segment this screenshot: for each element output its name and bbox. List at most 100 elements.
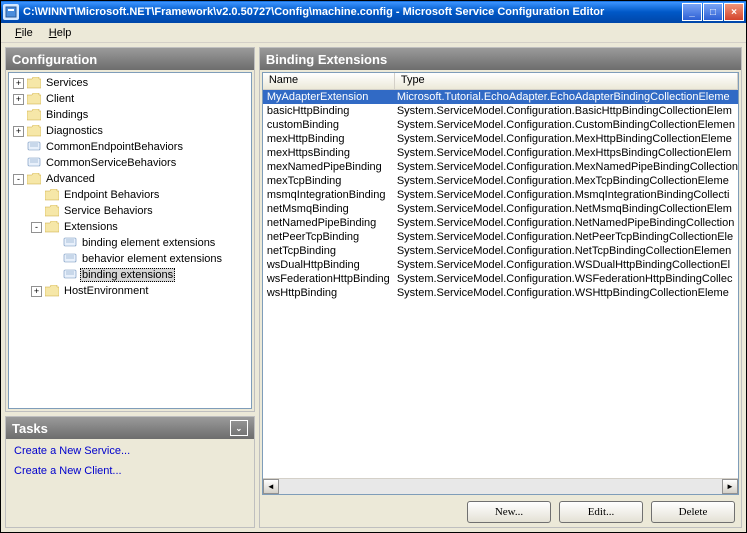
configuration-tree[interactable]: + Services + Client Bindings + Diagnostics Comm… — [8, 72, 252, 409]
tree-item-label[interactable]: CommonEndpointBehaviors — [44, 141, 185, 153]
tree-item-label[interactable]: Advanced — [44, 173, 97, 185]
list-cell-type: System.ServiceModel.Configuration.NetPee… — [395, 230, 738, 244]
tree-item-label[interactable]: behavior element extensions — [80, 253, 224, 265]
list-item[interactable]: mexHttpBindingSystem.ServiceModel.Config… — [263, 132, 738, 146]
list-cell-name: netTcpBinding — [263, 244, 395, 258]
maximize-button[interactable]: □ — [703, 3, 723, 21]
list-cell-type: System.ServiceModel.Configuration.MexTcp… — [395, 174, 738, 188]
list-cell-name: wsDualHttpBinding — [263, 258, 395, 272]
tree-item-label[interactable]: Bindings — [44, 109, 90, 121]
list-item[interactable]: msmqIntegrationBindingSystem.ServiceMode… — [263, 188, 738, 202]
tree-item[interactable]: CommonEndpointBehaviors — [11, 139, 249, 155]
list-item[interactable]: netTcpBindingSystem.ServiceModel.Configu… — [263, 244, 738, 258]
list-cell-type: System.ServiceModel.Configuration.WSHttp… — [395, 286, 738, 300]
tree-item-label[interactable]: Client — [44, 93, 76, 105]
folder-icon — [45, 285, 59, 297]
tree-item-label[interactable]: Diagnostics — [44, 125, 105, 137]
list-item[interactable]: netMsmqBindingSystem.ServiceModel.Config… — [263, 202, 738, 216]
tree-spacer — [31, 190, 42, 201]
column-name[interactable]: Name — [263, 73, 395, 89]
tree-item[interactable]: CommonServiceBehaviors — [11, 155, 249, 171]
expand-icon[interactable]: + — [13, 78, 24, 89]
menu-help[interactable]: Help — [41, 25, 80, 41]
tree-item-label[interactable]: Endpoint Behaviors — [62, 189, 161, 201]
expand-icon[interactable]: + — [31, 286, 42, 297]
tree-item-label[interactable]: Extensions — [62, 221, 120, 233]
binding-extensions-panel: Binding Extensions Name Type MyAdapterEx… — [259, 47, 742, 528]
tree-item[interactable]: - Advanced — [11, 171, 249, 187]
list-item[interactable]: customBindingSystem.ServiceModel.Configu… — [263, 118, 738, 132]
task-link[interactable]: Create a New Client... — [14, 465, 246, 477]
list-item[interactable]: wsHttpBindingSystem.ServiceModel.Configu… — [263, 286, 738, 300]
folder-icon — [45, 189, 59, 201]
folder-icon — [27, 125, 41, 137]
file-icon — [63, 269, 77, 281]
list-cell-type: System.ServiceModel.Configuration.WSDual… — [395, 258, 738, 272]
scroll-left-icon[interactable]: ◄ — [263, 479, 279, 494]
minimize-button[interactable]: _ — [682, 3, 702, 21]
collapse-icon[interactable]: ⌄ — [230, 420, 248, 436]
tree-item[interactable]: Service Behaviors — [11, 203, 249, 219]
tree-spacer — [13, 142, 24, 153]
collapse-icon[interactable]: - — [31, 222, 42, 233]
tree-item-label[interactable]: Services — [44, 77, 90, 89]
tree-item[interactable]: - Extensions — [11, 219, 249, 235]
tree-item[interactable]: + Diagnostics — [11, 123, 249, 139]
list-cell-name: mexTcpBinding — [263, 174, 395, 188]
expand-icon[interactable]: + — [13, 126, 24, 137]
list-cell-name: msmqIntegrationBinding — [263, 188, 395, 202]
expand-icon[interactable]: + — [13, 94, 24, 105]
list-item[interactable]: netPeerTcpBindingSystem.ServiceModel.Con… — [263, 230, 738, 244]
tree-item[interactable]: binding element extensions — [11, 235, 249, 251]
horizontal-scrollbar[interactable]: ◄ ► — [263, 478, 738, 494]
tree-spacer — [49, 238, 60, 249]
list-item[interactable]: netNamedPipeBindingSystem.ServiceModel.C… — [263, 216, 738, 230]
menu-file[interactable]: File — [7, 25, 41, 41]
new-button[interactable]: New... — [467, 501, 551, 523]
tree-item[interactable]: Bindings — [11, 107, 249, 123]
folder-icon — [27, 77, 41, 89]
scroll-right-icon[interactable]: ► — [722, 479, 738, 494]
tree-item[interactable]: + Client — [11, 91, 249, 107]
list-cell-type: System.ServiceModel.Configuration.NetMsm… — [395, 202, 738, 216]
list-item[interactable]: mexTcpBindingSystem.ServiceModel.Configu… — [263, 174, 738, 188]
list-item[interactable]: wsFederationHttpBindingSystem.ServiceMod… — [263, 272, 738, 286]
tree-item[interactable]: + HostEnvironment — [11, 283, 249, 299]
configuration-panel: Configuration +Services+ClientBindings+D… — [5, 47, 255, 412]
menu-bar: File Help — [1, 23, 746, 43]
tree-item[interactable]: Endpoint Behaviors — [11, 187, 249, 203]
folder-icon — [27, 93, 41, 105]
folder-icon — [45, 205, 59, 217]
folder-icon — [27, 109, 41, 121]
list-cell-name: basicHttpBinding — [263, 104, 395, 118]
edit-button[interactable]: Edit... — [559, 501, 643, 523]
extensions-list[interactable]: Name Type MyAdapterExtensionMicrosoft.Tu… — [262, 72, 739, 495]
tree-item[interactable]: + Services — [11, 75, 249, 91]
list-item[interactable]: wsDualHttpBindingSystem.ServiceModel.Con… — [263, 258, 738, 272]
tree-item-label[interactable]: Service Behaviors — [62, 205, 155, 217]
list-cell-type: System.ServiceModel.Configuration.MsmqIn… — [395, 188, 738, 202]
list-cell-type: System.ServiceModel.Configuration.BasicH… — [395, 104, 738, 118]
collapse-icon[interactable]: - — [13, 174, 24, 185]
list-cell-name: wsFederationHttpBinding — [263, 272, 395, 286]
close-button[interactable]: × — [724, 3, 744, 21]
column-type[interactable]: Type — [395, 73, 738, 89]
list-item[interactable]: basicHttpBindingSystem.ServiceModel.Conf… — [263, 104, 738, 118]
list-item[interactable]: MyAdapterExtensionMicrosoft.Tutorial.Ech… — [263, 90, 738, 104]
task-link[interactable]: Create a New Service... — [14, 445, 246, 457]
tree-item-label[interactable]: CommonServiceBehaviors — [44, 157, 178, 169]
list-item[interactable]: mexHttpsBindingSystem.ServiceModel.Confi… — [263, 146, 738, 160]
list-cell-type: Microsoft.Tutorial.EchoAdapter.EchoAdapt… — [395, 90, 738, 104]
tree-item-label[interactable]: binding element extensions — [80, 237, 217, 249]
tree-item[interactable]: behavior element extensions — [11, 251, 249, 267]
tasks-header: Tasks — [12, 421, 48, 436]
tree-spacer — [31, 206, 42, 217]
list-cell-name: netNamedPipeBinding — [263, 216, 395, 230]
list-item[interactable]: mexNamedPipeBindingSystem.ServiceModel.C… — [263, 160, 738, 174]
tree-item-label[interactable]: HostEnvironment — [62, 285, 150, 297]
folder-icon — [45, 221, 59, 233]
tree-item[interactable]: binding extensions — [11, 267, 249, 283]
list-cell-type: System.ServiceModel.Configuration.MexHtt… — [395, 146, 738, 160]
delete-button[interactable]: Delete — [651, 501, 735, 523]
tree-item-label[interactable]: binding extensions — [80, 268, 175, 282]
